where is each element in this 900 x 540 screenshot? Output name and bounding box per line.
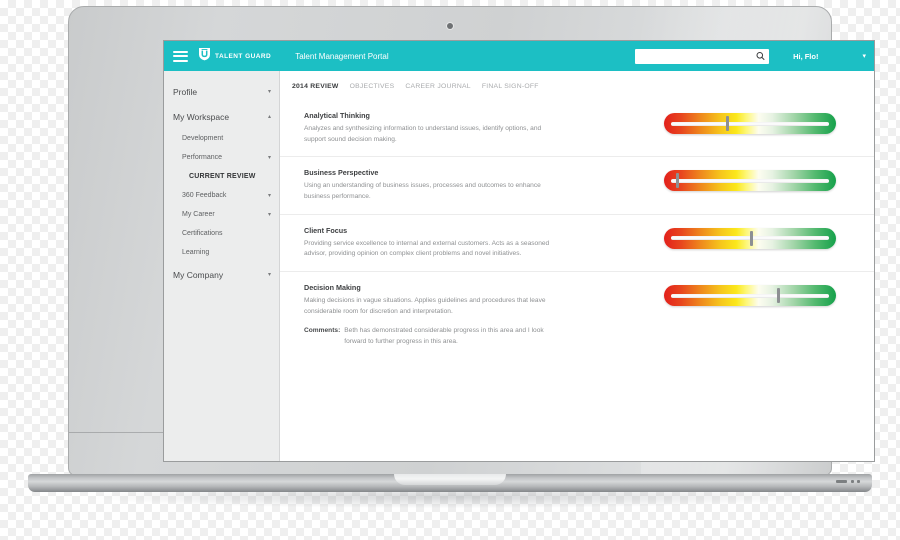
laptop-shadow <box>90 492 810 508</box>
chevron-down-icon[interactable]: ▾ <box>268 193 271 199</box>
hamburger-menu-icon[interactable] <box>173 50 188 62</box>
competency-row: Business Perspective Using an understandi… <box>280 157 874 215</box>
sidebar-item-my-company[interactable]: My Company ▾ <box>164 262 279 287</box>
competency-title: Decision Making <box>304 283 361 293</box>
rating-slider-track <box>671 121 829 126</box>
competency-text-block: Business Perspective Using an understandi… <box>304 168 556 202</box>
sidebar-item-label: My Workspace <box>173 111 230 122</box>
competency-list: Analytical Thinking Analyzes and synthesi… <box>280 100 874 359</box>
tab-2014-review[interactable]: 2014 REVIEW <box>292 83 339 90</box>
competency-text-block: Decision Making Making decisions in vague… <box>304 283 556 348</box>
sidebar-item-label: Profile <box>173 86 198 97</box>
competency-description: Analyzes and synthesizing information to… <box>304 125 542 143</box>
app-body: Profile ▾ My Workspace ▴ Development Performa… <box>164 71 874 461</box>
competency-description: Providing service excellence to internal… <box>304 239 550 258</box>
competency-title: Business Perspective <box>304 168 379 178</box>
app-header: TALENT GUARD Talent Management Portal Hi… <box>164 41 874 71</box>
competency-row: Analytical Thinking Analyzes and synthesi… <box>280 100 874 158</box>
rating-slider-cell <box>664 168 862 192</box>
sidebar-item-my-career[interactable]: My Career ▾ <box>164 205 279 224</box>
sidebar-item-label: Certifications <box>182 230 223 237</box>
rating-slider-cell <box>664 111 862 134</box>
chevron-up-icon[interactable]: ▴ <box>268 114 271 120</box>
sidebar-item-learning[interactable]: Learning <box>164 243 279 262</box>
search-box[interactable] <box>635 48 770 64</box>
rating-slider-handle[interactable] <box>675 173 679 189</box>
sidebar-item-label: Performance <box>182 154 223 161</box>
shield-u-icon <box>198 46 211 66</box>
competency-description: Using an understanding of business issue… <box>304 182 541 201</box>
laptop-screen: TALENT GUARD Talent Management Portal Hi… <box>163 40 875 462</box>
competency-row: Decision Making Making decisions in vague… <box>280 272 874 359</box>
search-icon[interactable] <box>756 51 765 61</box>
sidebar-item-label: Development <box>182 135 224 142</box>
competency-row: Client Focus Providing service excellence… <box>280 215 874 273</box>
sidebar-item-certifications[interactable]: Certifications <box>164 224 279 243</box>
tab-career-journal[interactable]: CAREER JOURNAL <box>405 83 470 90</box>
sidebar-item-label: My Career <box>182 211 215 218</box>
sidebar-item-label: CURRENT REVIEW <box>189 173 256 180</box>
webcam-icon <box>447 23 453 29</box>
user-greeting[interactable]: Hi, Flo! <box>793 52 818 61</box>
rating-slider-handle[interactable] <box>750 230 754 246</box>
sidebar-item-label: 360 Feedback <box>182 192 227 199</box>
laptop-base-ports <box>836 480 864 484</box>
main-content: 2014 REVIEW OBJECTIVES CAREER JOURNAL FINAL… <box>280 71 874 461</box>
chevron-down-icon[interactable]: ▾ <box>268 212 271 218</box>
tab-final-sign-off[interactable]: FINAL SIGN-OFF <box>482 83 539 90</box>
chevron-down-icon[interactable]: ▾ <box>268 89 271 95</box>
header-right-group: Hi, Flo! ▾ <box>635 48 874 64</box>
sidebar-item-current-review[interactable]: CURRENT REVIEW <box>164 167 279 186</box>
rating-slider-cell <box>664 226 862 249</box>
competency-title: Analytical Thinking <box>304 111 370 120</box>
tab-bar: 2014 REVIEW OBJECTIVES CAREER JOURNAL FINAL… <box>280 71 874 100</box>
rating-slider-handle[interactable] <box>726 116 730 131</box>
rating-slider[interactable] <box>664 113 836 134</box>
laptop-lid: TALENT GUARD Talent Management Portal Hi… <box>68 6 875 476</box>
sidebar-item-label: My Company <box>173 269 224 280</box>
brand-name: TALENT GUARD <box>215 52 272 60</box>
laptop-base-notch <box>394 474 506 485</box>
rating-slider-track <box>671 178 829 183</box>
competency-text-block: Analytical Thinking Analyzes and synthesi… <box>304 111 556 145</box>
sidebar-item-profile[interactable]: Profile ▾ <box>164 79 279 104</box>
chevron-down-icon[interactable]: ▾ <box>268 155 271 161</box>
sidebar-item-performance[interactable]: Performance ▾ <box>164 148 279 167</box>
rating-slider[interactable] <box>664 285 836 307</box>
chevron-down-icon[interactable]: ▾ <box>862 53 866 60</box>
sidebar-item-360-feedback[interactable]: 360 Feedback ▾ <box>164 186 279 205</box>
competency-text-block: Client Focus Providing service excellence… <box>304 226 556 260</box>
sidebar-item-development[interactable]: Development <box>164 129 279 148</box>
competency-title: Client Focus <box>304 225 348 235</box>
sidebar-nav: Profile ▾ My Workspace ▴ Development Performa… <box>164 71 280 461</box>
portal-title: Talent Management Portal <box>295 51 389 61</box>
rating-slider-handle[interactable] <box>776 288 780 304</box>
brand-logo[interactable]: TALENT GUARD <box>198 46 271 66</box>
laptop-mockup: TALENT GUARD Talent Management Portal Hi… <box>0 0 900 540</box>
competency-description: Making decisions in vague situations. Ap… <box>304 297 546 315</box>
sidebar-item-label: Learning <box>182 249 210 256</box>
rating-slider[interactable] <box>664 170 836 192</box>
sidebar-item-my-workspace[interactable]: My Workspace ▴ <box>164 104 279 129</box>
rating-slider-cell <box>664 283 862 307</box>
rating-slider[interactable] <box>664 227 836 249</box>
chevron-down-icon[interactable]: ▾ <box>268 272 271 278</box>
comments-text: Beth has demonstrated considerable progr… <box>344 327 544 346</box>
competency-comments: Comments: Beth has demonstrated considera… <box>304 326 556 347</box>
search-input[interactable] <box>635 48 770 64</box>
tab-objectives[interactable]: OBJECTIVES <box>350 83 395 90</box>
comments-label: Comments: <box>304 327 341 335</box>
rating-slider-track <box>671 293 829 298</box>
